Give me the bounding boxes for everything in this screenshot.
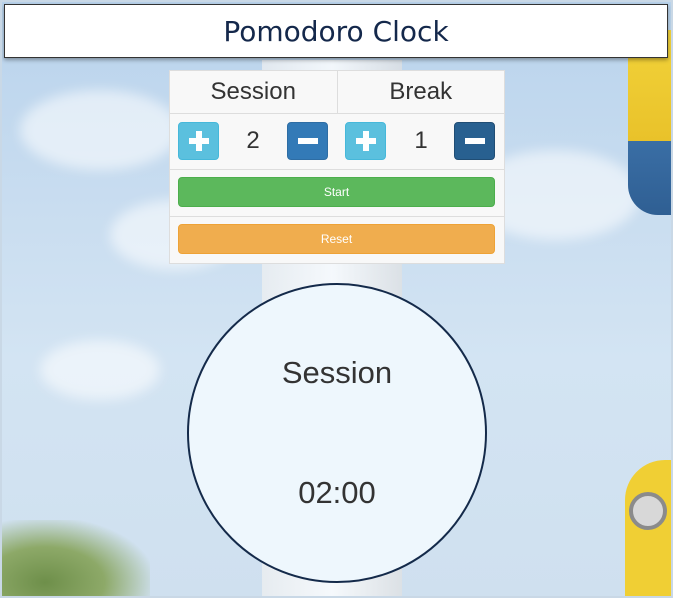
break-decrease-button[interactable] [454,122,495,160]
start-button[interactable]: Start [178,177,495,207]
session-decrease-button[interactable] [287,122,328,160]
start-row: Start [170,170,504,217]
minus-icon [297,138,318,144]
settings-panel: Session Break 2 1 Start Reset [169,70,505,264]
break-length-value: 1 [399,122,443,160]
break-increase-button[interactable] [345,122,386,160]
reset-row: Reset [170,217,504,263]
app-header: Pomodoro Clock [4,4,668,58]
background-cloud [40,340,160,400]
controls-row: 2 1 [170,114,504,170]
minus-icon [464,138,485,144]
session-label: Session [210,78,296,105]
plus-icon [188,131,209,151]
break-label: Break [336,71,505,113]
background-cloud [20,90,180,170]
reset-button[interactable]: Reset [178,224,495,254]
timer-display: 02:00 [298,475,376,510]
timer-circle[interactable]: Session 02:00 [187,283,487,583]
plus-icon [355,131,376,151]
timer-mode-label: Session [281,355,393,390]
background-minion-goggle [629,492,667,530]
session-length-value: 2 [231,122,275,160]
page-title: Pomodoro Clock [223,14,449,48]
background-tree [0,520,150,598]
labels-row: Session Break [170,71,504,114]
session-increase-button[interactable] [178,122,219,160]
